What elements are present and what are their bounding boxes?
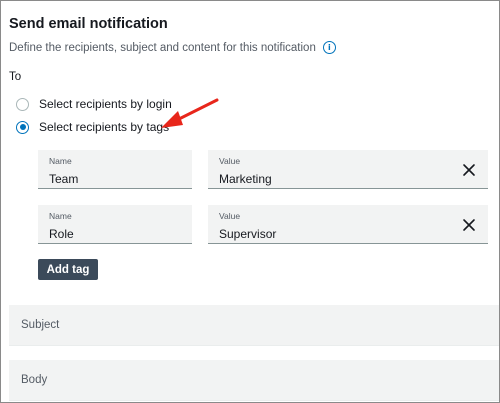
tag-name-value: Team	[49, 172, 79, 186]
subject-label: Subject	[21, 319, 60, 331]
tag-value-field[interactable]: Value Marketing	[208, 150, 488, 189]
tag-value-field[interactable]: Value Supervisor	[208, 205, 488, 244]
tag-name-field[interactable]: Name Team	[38, 150, 192, 189]
add-tag-button[interactable]: Add tag	[38, 259, 98, 280]
subject-section[interactable]: Subject	[9, 305, 499, 346]
tag-value-value: Supervisor	[219, 227, 277, 241]
tag-name-label: Name	[49, 211, 72, 221]
tag-name-value: Role	[49, 227, 74, 241]
tag-value-label: Value	[219, 156, 241, 166]
body-label: Body	[21, 374, 48, 386]
close-icon[interactable]	[462, 163, 476, 177]
body-section[interactable]: Body	[9, 360, 499, 401]
send-email-notification-panel: Send email notification Define the recip…	[0, 0, 500, 403]
tag-value-value: Marketing	[219, 172, 272, 186]
tag-name-field[interactable]: Name Role	[38, 205, 192, 244]
tag-name-label: Name	[49, 156, 72, 166]
tag-value-label: Value	[219, 211, 241, 221]
close-icon[interactable]	[462, 218, 476, 232]
